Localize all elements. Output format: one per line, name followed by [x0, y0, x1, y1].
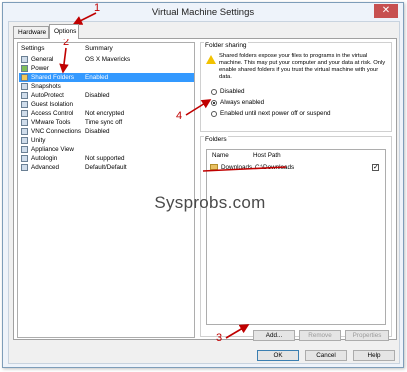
- settings-item-label: Power: [31, 65, 49, 72]
- settings-item-summary: Default/Default: [85, 164, 127, 171]
- autoprotect-icon: [21, 92, 28, 99]
- settings-item-appliance-view[interactable]: Appliance View: [19, 145, 194, 154]
- folder-name: Downloads: [221, 164, 253, 171]
- settings-item-access-control[interactable]: Access Control Not encrypted: [19, 109, 194, 118]
- advanced-icon: [21, 164, 28, 171]
- folder-sharing-group: Folder sharing Shared folders expose you…: [200, 42, 392, 132]
- settings-item-unity[interactable]: Unity: [19, 136, 194, 145]
- radio-label: Disabled: [220, 88, 245, 95]
- settings-item-summary: Disabled: [85, 128, 110, 135]
- folders-group: Folders Name Host Path Downloads C:\Down…: [200, 136, 392, 341]
- settings-item-label: Advanced: [31, 164, 60, 171]
- annotation-number-4: 4: [176, 110, 183, 122]
- settings-item-autoprotect[interactable]: AutoProtect Disabled: [19, 91, 194, 100]
- radio-label: Always enabled: [220, 99, 265, 106]
- settings-item-label: Guest Isolation: [31, 101, 74, 108]
- settings-item-label: General: [31, 56, 54, 63]
- settings-item-summary: Not encrypted: [85, 110, 125, 117]
- radio-button[interactable]: [211, 89, 217, 95]
- settings-item-summary: Time sync off: [85, 119, 123, 126]
- settings-item-label: Appliance View: [31, 146, 74, 153]
- power-icon: [21, 65, 28, 72]
- ok-button[interactable]: OK: [257, 350, 299, 361]
- general-icon: [21, 56, 28, 63]
- settings-list: Settings Summary General OS X Mavericks …: [17, 42, 195, 338]
- settings-item-vmware-tools[interactable]: VMware Tools Time sync off: [19, 118, 194, 127]
- settings-item-label: Unity: [31, 137, 46, 144]
- settings-item-label: Access Control: [31, 110, 74, 117]
- tab-options[interactable]: Options: [49, 24, 79, 39]
- settings-item-advanced[interactable]: Advanced Default/Default: [19, 163, 194, 172]
- folder-host-path: C:\Downloads: [255, 164, 295, 171]
- help-button[interactable]: Help: [353, 350, 395, 361]
- settings-item-label: VNC Connections: [31, 128, 82, 135]
- folder-row[interactable]: Downloads C:\Downloads ✓: [209, 163, 383, 172]
- settings-item-snapshots[interactable]: Snapshots: [19, 82, 194, 91]
- annotation-number-3: 3: [216, 332, 223, 344]
- folder-enabled-checkbox[interactable]: ✓: [372, 164, 379, 171]
- settings-item-summary: Not supported: [85, 155, 125, 162]
- host-path-column-header: Host Path: [253, 152, 281, 159]
- add-button[interactable]: Add...: [253, 330, 295, 341]
- settings-item-guest-isolation[interactable]: Guest Isolation: [19, 100, 194, 109]
- radio-button[interactable]: [211, 100, 217, 106]
- settings-item-label: Shared Folders: [31, 74, 75, 81]
- annotation-number-1: 1: [94, 2, 101, 14]
- folders-title: Folders: [204, 136, 228, 143]
- appliance-view-icon: [21, 146, 28, 153]
- folders-list: Name Host Path Downloads C:\Downloads ✓: [206, 149, 386, 325]
- settings-item-general[interactable]: General OS X Mavericks: [19, 55, 194, 64]
- name-column-header: Name: [212, 152, 229, 159]
- close-button[interactable]: ✕: [374, 4, 398, 18]
- properties-button[interactable]: Properties: [345, 330, 389, 341]
- remove-button[interactable]: Remove: [299, 330, 341, 341]
- autologin-icon: [21, 155, 28, 162]
- settings-item-label: AutoProtect: [31, 92, 64, 99]
- unity-icon: [21, 137, 28, 144]
- settings-item-label: VMware Tools: [31, 119, 71, 126]
- settings-column-header: Settings: [21, 45, 45, 52]
- folder-icon: [210, 164, 218, 170]
- window-title: Virtual Machine Settings: [151, 7, 255, 18]
- access-control-icon: [21, 110, 28, 117]
- settings-item-summary: Disabled: [85, 92, 110, 99]
- watermark: Sysprobs.com: [154, 193, 266, 212]
- window-client: Hardware Options Settings Summary Genera…: [8, 21, 400, 364]
- guest-isolation-icon: [21, 101, 28, 108]
- warning-icon: [206, 55, 216, 64]
- settings-window: Virtual Machine Settings ✕ Hardware Opti…: [2, 2, 404, 368]
- vnc-icon: [21, 128, 28, 135]
- settings-item-label: Snapshots: [31, 83, 61, 90]
- folder-sharing-warning: Shared folders expose your files to prog…: [219, 53, 386, 80]
- snapshots-icon: [21, 83, 28, 90]
- radio-button[interactable]: [211, 111, 217, 117]
- settings-item-summary: Enabled: [85, 74, 109, 81]
- cancel-button[interactable]: Cancel: [305, 350, 347, 361]
- vmware-tools-icon: [21, 119, 28, 126]
- summary-column-header: Summary: [85, 45, 113, 52]
- options-tab-page: Settings Summary General OS X Mavericks …: [13, 38, 397, 341]
- folder-sharing-title: Folder sharing: [204, 42, 248, 49]
- settings-item-power[interactable]: Power: [19, 64, 194, 73]
- radio-label: Enabled until next power off or suspend: [220, 110, 331, 117]
- settings-item-autologin[interactable]: Autologin Not supported: [19, 154, 194, 163]
- tab-hardware[interactable]: Hardware: [13, 26, 49, 38]
- title-bar: Virtual Machine Settings ✕: [3, 3, 403, 21]
- settings-item-shared-folders[interactable]: Shared Folders Enabled: [19, 73, 194, 82]
- shared-folders-icon: [21, 74, 28, 81]
- settings-item-summary: OS X Mavericks: [85, 56, 131, 63]
- settings-item-label: Autologin: [31, 155, 58, 162]
- settings-item-vnc-connections[interactable]: VNC Connections Disabled: [19, 127, 194, 136]
